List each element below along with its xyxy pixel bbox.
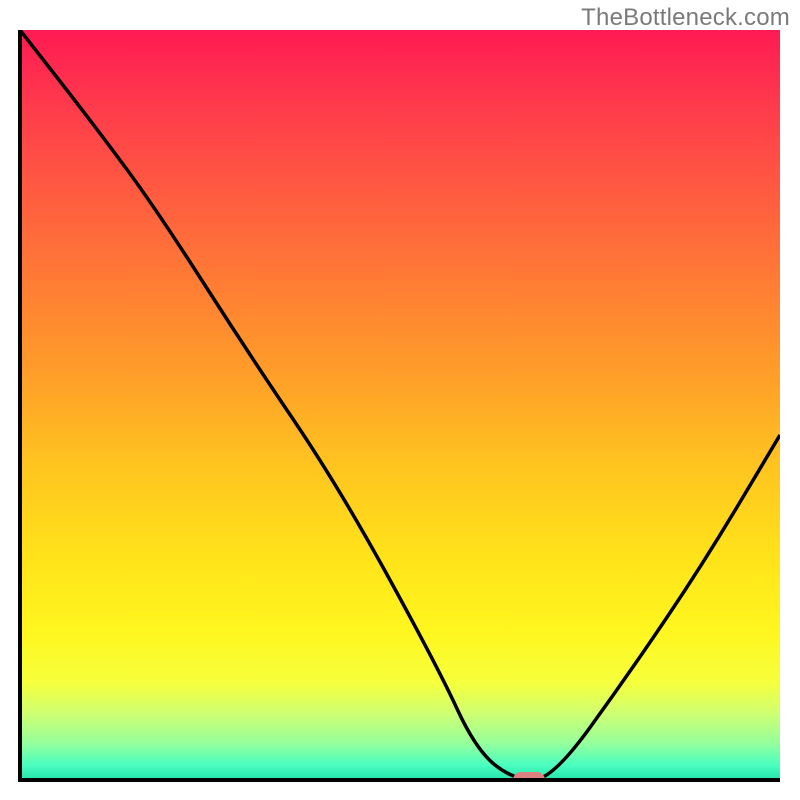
watermark-text: TheBottleneck.com: [581, 4, 790, 32]
y-axis-line: [18, 30, 22, 782]
curve-path: [20, 30, 780, 780]
chart-container: TheBottleneck.com: [0, 0, 800, 800]
x-axis-line: [18, 778, 780, 782]
plot-area: [20, 30, 780, 780]
line-chart-svg: [20, 30, 780, 780]
